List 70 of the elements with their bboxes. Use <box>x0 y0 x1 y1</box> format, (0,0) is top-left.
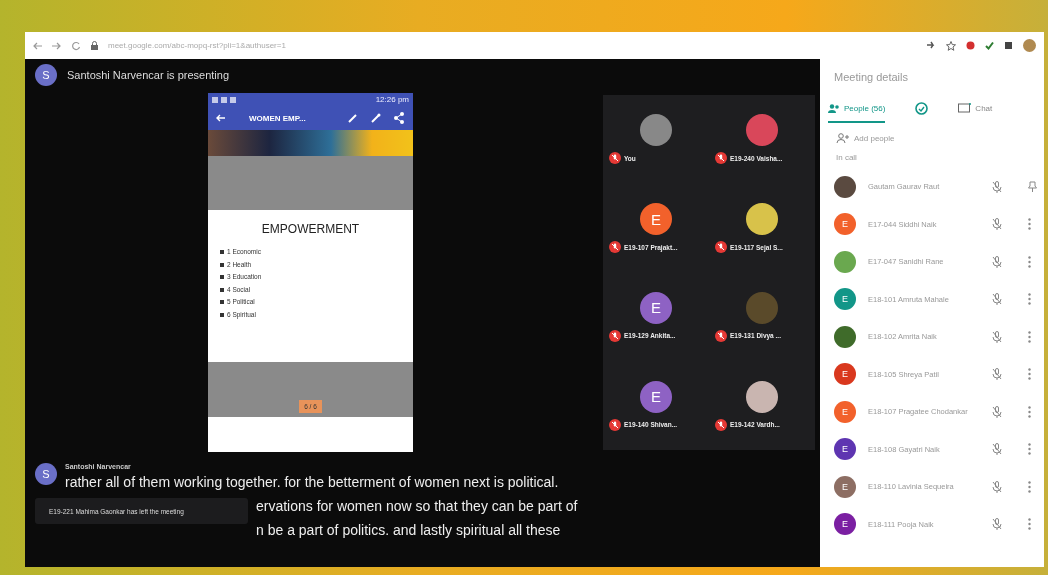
more-options-icon[interactable] <box>1028 293 1031 306</box>
participant-avatar: E <box>640 380 672 413</box>
more-options-icon[interactable] <box>1028 443 1031 456</box>
extension-icon[interactable] <box>966 41 975 50</box>
status-time: 12:26 pm <box>375 95 409 104</box>
participant-avatar: E <box>640 203 672 236</box>
bullet-icon <box>220 262 224 267</box>
document-title: WOMEN EMP... <box>249 113 307 123</box>
back-arrow-icon[interactable] <box>216 114 225 122</box>
panel-title: Meeting details <box>834 71 908 83</box>
back-icon[interactable] <box>33 41 42 50</box>
more-options-icon[interactable] <box>1028 255 1031 268</box>
caption-text: rather all of them working together. for the betterment of women next is political. <box>65 473 559 492</box>
presenter-avatar: S <box>35 64 57 86</box>
more-options-icon[interactable] <box>1028 218 1031 231</box>
muted-microphone-icon <box>992 293 1002 306</box>
muted-microphone-icon <box>992 330 1002 343</box>
participant-avatar: E <box>834 513 856 536</box>
participant-avatar: E <box>834 213 856 236</box>
caption-text: ervations for women now so that they can be part of <box>256 497 578 516</box>
bullet-icon <box>220 250 224 255</box>
participant-avatar: E <box>834 438 856 461</box>
check-icon[interactable] <box>985 41 994 50</box>
muted-microphone-icon <box>992 518 1002 531</box>
profile-avatar-icon[interactable] <box>1023 39 1036 52</box>
participant-avatar: E <box>834 475 856 498</box>
reload-icon[interactable] <box>71 40 81 51</box>
star-icon[interactable] <box>946 40 956 51</box>
more-options-icon[interactable] <box>1028 330 1031 343</box>
bullet-icon <box>220 275 224 280</box>
slide-title: EMPOWERMENT <box>260 222 361 236</box>
participant-avatar: E <box>834 363 856 386</box>
add-people-button[interactable]: Add people <box>820 123 1044 153</box>
muted-microphone-icon <box>992 255 1002 268</box>
muted-microphone-icon <box>992 405 1002 418</box>
add-person-icon <box>836 133 849 143</box>
bullet-icon <box>220 312 224 317</box>
caption-text: n be a part of politics. and lastly spiritual all these <box>256 521 562 540</box>
more-options-icon[interactable] <box>1028 368 1031 381</box>
lock-icon <box>91 41 98 50</box>
muted-microphone-icon <box>992 180 1002 193</box>
muted-microphone-icon <box>992 368 1002 381</box>
pencil-icon[interactable] <box>370 112 381 124</box>
more-options-icon[interactable] <box>1028 405 1031 418</box>
share-icon[interactable] <box>393 112 405 124</box>
panel-tab[interactable]: Chat <box>958 95 993 123</box>
muted-microphone-icon <box>992 443 1002 456</box>
participant-avatar: E <box>834 400 856 423</box>
more-options-icon[interactable] <box>1028 480 1031 493</box>
pencil-icon[interactable] <box>347 112 358 124</box>
panel-tab[interactable]: People (56) <box>828 95 886 123</box>
bullet-icon <box>220 287 224 292</box>
participant-avatar: E <box>834 288 856 311</box>
check-circle-icon <box>915 101 929 115</box>
url-text[interactable]: meet.google.com/abc-mopq-rst?pli=1&authuser=1 <box>108 41 286 50</box>
chat-icon <box>958 102 972 114</box>
pin-icon[interactable] <box>1028 181 1037 193</box>
forward-icon[interactable] <box>52 41 61 50</box>
people-icon <box>828 103 840 113</box>
section-label: In call <box>835 153 858 164</box>
presenter-label: Santoshi Narvencar is presenting <box>67 69 230 81</box>
notification-icons <box>212 96 236 103</box>
share-icon[interactable] <box>927 41 936 50</box>
participant-avatar: E <box>640 291 672 324</box>
muted-microphone-icon <box>992 218 1002 231</box>
extension-icon[interactable] <box>1004 41 1013 50</box>
more-options-icon[interactable] <box>1028 518 1031 531</box>
muted-microphone-icon <box>992 480 1002 493</box>
speaker-avatar: S <box>35 463 57 485</box>
bullet-icon <box>220 300 224 305</box>
